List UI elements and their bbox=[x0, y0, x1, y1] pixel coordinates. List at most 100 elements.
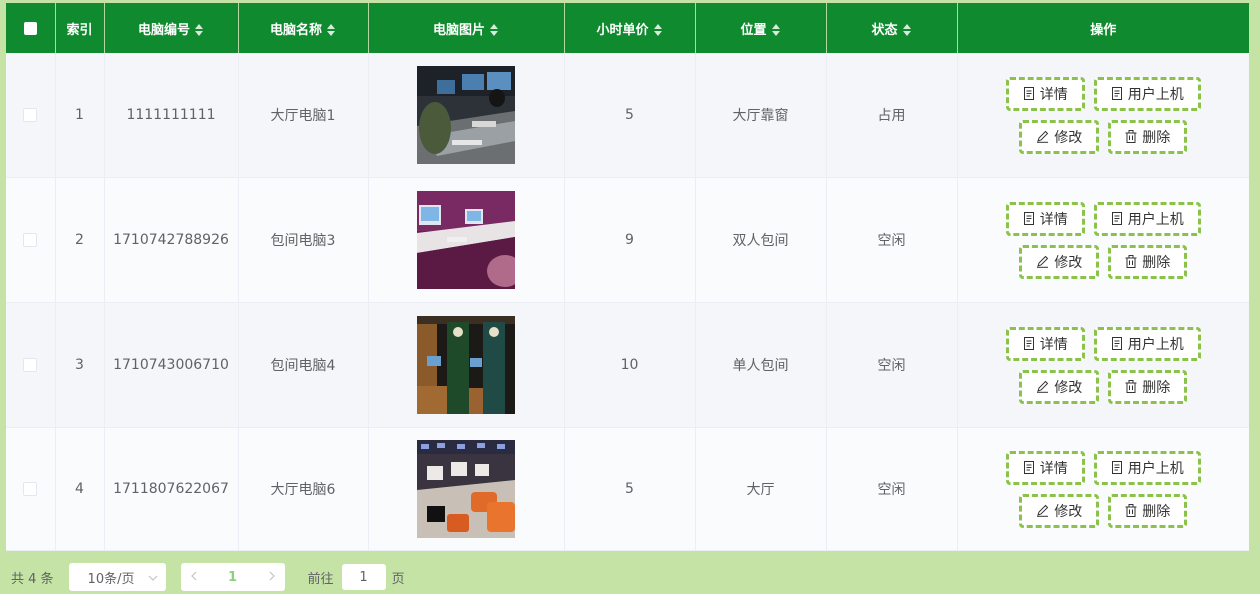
select-all-cell[interactable] bbox=[6, 3, 56, 53]
edit-button[interactable]: 修改 bbox=[1019, 369, 1100, 404]
header-code[interactable]: 电脑编号 bbox=[104, 3, 239, 53]
cell-price: 10 bbox=[564, 302, 696, 428]
row-checkbox[interactable] bbox=[23, 482, 38, 496]
cell-status: 空闲 bbox=[826, 427, 958, 551]
pagination-total: 共 4 条 bbox=[11, 571, 54, 587]
sort-caret-icon[interactable] bbox=[771, 24, 781, 36]
detail-button[interactable]: 详情 bbox=[1005, 201, 1085, 236]
edit-button[interactable]: 修改 bbox=[1019, 119, 1100, 154]
table-row: 4 1711807622067 大厅电脑6 5 大厅 空闲 详情 用户上机 修改… bbox=[6, 427, 1249, 551]
computer-image[interactable] bbox=[417, 66, 515, 164]
document-icon bbox=[1111, 212, 1123, 225]
row-select-cell[interactable] bbox=[6, 427, 56, 551]
delete-button[interactable]: 删除 bbox=[1108, 119, 1188, 154]
cell-name: 大厅电脑6 bbox=[238, 427, 369, 551]
page-size-select[interactable]: 10条/页 bbox=[68, 563, 166, 591]
user-login-button[interactable]: 用户上机 bbox=[1093, 450, 1201, 485]
pencil-icon bbox=[1036, 380, 1049, 393]
cell-index: 3 bbox=[55, 302, 105, 428]
cell-code: 1710742788926 bbox=[104, 177, 239, 303]
cell-actions: 详情 用户上机 修改 删除 bbox=[957, 53, 1249, 178]
computer-table: 索引 电脑编号 电脑名称 电脑图片 小时单价 位置 状态 操作 1 111111… bbox=[6, 3, 1249, 551]
cell-name: 包间电脑3 bbox=[238, 177, 369, 303]
row-select-cell[interactable] bbox=[6, 177, 56, 303]
cell-name: 大厅电脑1 bbox=[238, 53, 369, 178]
table-row: 1 1111111111 大厅电脑1 5 大厅靠窗 占用 详情 用户上机 修改 … bbox=[6, 53, 1249, 178]
table-row: 3 1710743006710 包间电脑4 10 单人包间 空闲 详情 用户上机… bbox=[6, 302, 1249, 428]
cell-image bbox=[368, 53, 565, 178]
sort-caret-icon[interactable] bbox=[195, 24, 204, 36]
row-select-cell[interactable] bbox=[6, 302, 56, 428]
sort-caret-icon[interactable] bbox=[653, 24, 663, 36]
trash-icon bbox=[1125, 504, 1137, 517]
cell-image bbox=[368, 427, 565, 551]
chevron-right-icon[interactable] bbox=[269, 569, 275, 585]
row-checkbox[interactable] bbox=[23, 358, 38, 372]
cell-status: 占用 bbox=[826, 53, 958, 178]
cell-price: 5 bbox=[564, 53, 696, 178]
goto-page-input[interactable] bbox=[341, 564, 386, 590]
header-status[interactable]: 状态 bbox=[826, 3, 958, 53]
cell-location: 大厅 bbox=[695, 427, 827, 551]
document-icon bbox=[1023, 337, 1035, 350]
cell-code: 1111111111 bbox=[104, 53, 239, 178]
user-login-button[interactable]: 用户上机 bbox=[1093, 201, 1201, 236]
cell-index: 1 bbox=[55, 53, 105, 178]
document-icon bbox=[1023, 461, 1035, 474]
edit-button[interactable]: 修改 bbox=[1019, 493, 1100, 528]
header-index: 索引 bbox=[55, 3, 105, 53]
document-icon bbox=[1111, 337, 1123, 350]
delete-button[interactable]: 删除 bbox=[1108, 244, 1188, 279]
header-name[interactable]: 电脑名称 bbox=[238, 3, 369, 53]
computer-image[interactable] bbox=[417, 440, 515, 538]
detail-button[interactable]: 详情 bbox=[1005, 326, 1085, 361]
trash-icon bbox=[1125, 255, 1137, 268]
table-header-row: 索引 电脑编号 电脑名称 电脑图片 小时单价 位置 状态 操作 bbox=[6, 3, 1249, 53]
pager: 1 bbox=[180, 563, 285, 591]
computer-image[interactable] bbox=[417, 316, 515, 414]
user-login-button[interactable]: 用户上机 bbox=[1093, 326, 1201, 361]
cell-location: 单人包间 bbox=[695, 302, 827, 428]
page-number-current[interactable]: 1 bbox=[228, 570, 237, 585]
select-all-checkbox[interactable] bbox=[23, 21, 37, 35]
row-select-cell[interactable] bbox=[6, 53, 56, 178]
row-checkbox[interactable] bbox=[23, 233, 38, 247]
pencil-icon bbox=[1036, 504, 1049, 517]
cell-actions: 详情 用户上机 修改 删除 bbox=[957, 177, 1249, 303]
document-icon bbox=[1023, 87, 1035, 100]
page-size-value: 10条/页 bbox=[87, 571, 135, 587]
user-login-button[interactable]: 用户上机 bbox=[1093, 76, 1201, 111]
row-checkbox[interactable] bbox=[23, 108, 38, 122]
pagination-bar: 共 4 条 10条/页 1 前往 页 bbox=[0, 563, 1260, 591]
edit-button[interactable]: 修改 bbox=[1019, 244, 1100, 279]
delete-button[interactable]: 删除 bbox=[1108, 493, 1188, 528]
pencil-icon bbox=[1036, 130, 1049, 143]
header-price[interactable]: 小时单价 bbox=[564, 3, 696, 53]
table-row: 2 1710742788926 包间电脑3 9 双人包间 空闲 详情 用户上机 … bbox=[6, 177, 1249, 303]
chevron-left-icon[interactable] bbox=[190, 569, 197, 585]
cell-price: 9 bbox=[564, 177, 696, 303]
computer-image[interactable] bbox=[417, 191, 515, 289]
cell-status: 空闲 bbox=[826, 177, 958, 303]
sort-caret-icon[interactable] bbox=[902, 24, 912, 36]
delete-button[interactable]: 删除 bbox=[1108, 369, 1188, 404]
cell-index: 4 bbox=[55, 427, 105, 551]
goto-page-unit: 页 bbox=[391, 571, 405, 587]
cell-price: 5 bbox=[564, 427, 696, 551]
cell-status: 空闲 bbox=[826, 302, 958, 428]
header-image[interactable]: 电脑图片 bbox=[368, 3, 565, 53]
cell-location: 大厅靠窗 bbox=[695, 53, 827, 178]
sort-caret-icon[interactable] bbox=[490, 24, 499, 36]
cell-actions: 详情 用户上机 修改 删除 bbox=[957, 302, 1249, 428]
document-icon bbox=[1111, 461, 1123, 474]
sort-caret-icon[interactable] bbox=[327, 24, 336, 36]
header-location[interactable]: 位置 bbox=[695, 3, 827, 53]
header-actions: 操作 bbox=[957, 3, 1249, 53]
pencil-icon bbox=[1036, 255, 1049, 268]
detail-button[interactable]: 详情 bbox=[1005, 450, 1085, 485]
cell-index: 2 bbox=[55, 177, 105, 303]
detail-button[interactable]: 详情 bbox=[1005, 76, 1085, 111]
cell-code: 1710743006710 bbox=[104, 302, 239, 428]
chevron-down-icon bbox=[148, 570, 158, 585]
goto-label: 前往 bbox=[307, 571, 334, 587]
